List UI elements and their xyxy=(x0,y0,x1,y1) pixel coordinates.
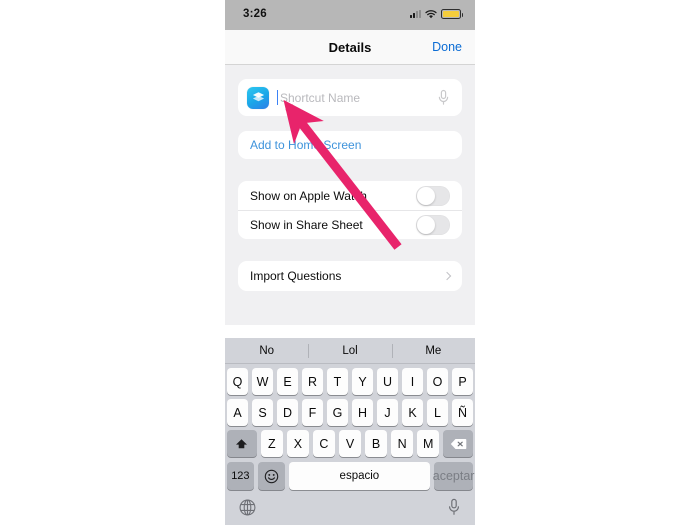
shift-arrow-icon[interactable] xyxy=(227,430,257,457)
chevron-right-icon xyxy=(442,271,452,281)
navigation-bar: Details Done xyxy=(225,30,475,65)
done-button[interactable]: Done xyxy=(432,40,462,54)
row-show-on-apple-watch[interactable]: Show on Apple Watch xyxy=(238,181,462,210)
microphone-icon[interactable] xyxy=(447,498,461,521)
phone-screen: 3:26 Details Done Shortcut Name Add to H… xyxy=(225,0,475,525)
add-to-home-screen-button[interactable]: Add to Home Screen xyxy=(238,131,462,159)
show-on-apple-watch-label: Show on Apple Watch xyxy=(250,188,367,203)
battery-icon xyxy=(441,9,463,19)
key-enye[interactable]: Ñ xyxy=(452,399,473,426)
key-d[interactable]: D xyxy=(277,399,298,426)
key-j[interactable]: J xyxy=(377,399,398,426)
on-screen-keyboard: No Lol Me Q W E R T Y U I O P A S D F G … xyxy=(225,338,475,525)
globe-icon[interactable] xyxy=(239,499,256,521)
keyboard-row-1: Q W E R T Y U I O P xyxy=(227,368,473,395)
key-z[interactable]: Z xyxy=(260,430,283,457)
key-n[interactable]: N xyxy=(391,430,414,457)
key-e[interactable]: E xyxy=(277,368,298,395)
space-key[interactable]: espacio xyxy=(288,462,431,490)
prediction-3[interactable]: Me xyxy=(391,338,475,364)
keyboard-row-2: A S D F G H J K L Ñ xyxy=(227,399,473,426)
status-bar: 3:26 xyxy=(225,0,475,30)
key-u[interactable]: U xyxy=(377,368,398,395)
backspace-icon[interactable] xyxy=(443,430,473,457)
show-on-apple-watch-toggle[interactable] xyxy=(416,185,450,206)
emoji-smiley-icon[interactable] xyxy=(257,462,285,490)
show-in-share-sheet-toggle[interactable] xyxy=(416,215,450,235)
shortcuts-app-icon[interactable] xyxy=(247,86,269,109)
prediction-2[interactable]: Lol xyxy=(308,338,391,364)
keyboard-bottom-bar xyxy=(225,494,475,525)
add-to-home-screen-card: Add to Home Screen xyxy=(238,131,462,159)
key-b[interactable]: B xyxy=(365,430,388,457)
shortcut-name-field[interactable]: Shortcut Name xyxy=(238,79,462,116)
predictive-text-bar: No Lol Me xyxy=(225,338,475,364)
shortcut-name-placeholder: Shortcut Name xyxy=(280,90,361,105)
text-cursor xyxy=(277,90,278,105)
keyboard-row-3: Z X C V B N M xyxy=(227,430,473,457)
key-k[interactable]: K xyxy=(402,399,423,426)
key-y[interactable]: Y xyxy=(352,368,373,395)
numbers-key[interactable]: 123 xyxy=(227,462,254,490)
key-x[interactable]: X xyxy=(286,430,309,457)
import-questions-label: Import Questions xyxy=(250,269,342,283)
keyboard-row-4: 123 espacio aceptar xyxy=(227,462,474,490)
key-p[interactable]: P xyxy=(452,368,473,395)
status-bar-indicators xyxy=(410,9,463,19)
key-h[interactable]: H xyxy=(352,399,373,426)
visibility-toggles-card: Show on Apple Watch Show in Share Sheet xyxy=(238,181,462,239)
key-l[interactable]: L xyxy=(427,399,448,426)
cellular-signal-icon xyxy=(410,10,421,18)
key-g[interactable]: G xyxy=(327,399,348,426)
key-i[interactable]: I xyxy=(402,368,423,395)
key-w[interactable]: W xyxy=(252,368,273,395)
show-in-share-sheet-label: Show in Share Sheet xyxy=(250,218,363,232)
key-m[interactable]: M xyxy=(417,430,440,457)
key-s[interactable]: S xyxy=(252,399,273,426)
key-f[interactable]: F xyxy=(302,399,323,426)
key-q[interactable]: Q xyxy=(227,368,248,395)
return-key[interactable]: aceptar xyxy=(433,462,474,490)
details-content: Shortcut Name Add to Home Screen Show on… xyxy=(225,65,475,325)
status-bar-time: 3:26 xyxy=(243,8,267,20)
wifi-icon xyxy=(425,9,437,19)
row-show-in-share-sheet[interactable]: Show in Share Sheet xyxy=(238,210,462,239)
import-questions-card: Import Questions xyxy=(238,261,462,291)
key-a[interactable]: A xyxy=(227,399,248,426)
microphone-icon[interactable] xyxy=(437,89,450,106)
shortcut-name-card: Shortcut Name xyxy=(238,79,462,116)
import-questions-button[interactable]: Import Questions xyxy=(238,261,462,291)
key-t[interactable]: T xyxy=(327,368,348,395)
key-o[interactable]: O xyxy=(427,368,448,395)
page-title: Details xyxy=(328,39,372,55)
key-r[interactable]: R xyxy=(302,368,323,395)
prediction-1[interactable]: No xyxy=(225,338,308,364)
key-v[interactable]: V xyxy=(338,430,362,457)
add-to-home-screen-label: Add to Home Screen xyxy=(250,138,362,152)
key-c[interactable]: C xyxy=(312,430,335,457)
